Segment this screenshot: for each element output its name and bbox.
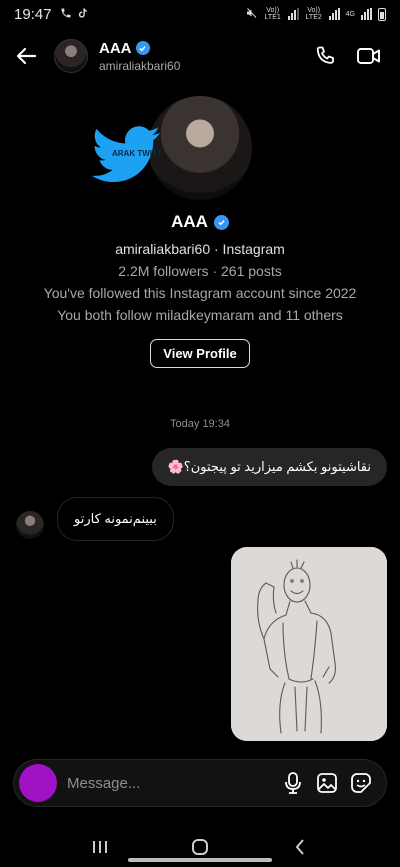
sim2-label: Vo)) LTE2 bbox=[305, 7, 322, 21]
phone-icon bbox=[60, 7, 72, 22]
signal-lte2-icon bbox=[328, 8, 340, 20]
tiktok-icon bbox=[77, 7, 88, 22]
arrow-left-icon bbox=[16, 47, 37, 65]
sketch-drawing bbox=[231, 547, 387, 741]
microphone-button[interactable] bbox=[276, 766, 310, 800]
header-title: AAA bbox=[99, 39, 132, 57]
home-icon bbox=[192, 838, 208, 855]
twitter-watermark: ARAK TWITTER bbox=[91, 126, 162, 182]
recents-icon bbox=[93, 840, 107, 853]
gallery-button[interactable] bbox=[310, 766, 344, 800]
message-timestamp: Today 19:34 bbox=[170, 418, 230, 430]
video-call-button[interactable] bbox=[356, 43, 382, 69]
data-label: 4G bbox=[345, 10, 355, 18]
verified-badge-icon bbox=[135, 41, 150, 55]
sender-avatar[interactable] bbox=[16, 511, 44, 539]
microphone-icon bbox=[285, 772, 301, 794]
chevron-left-icon bbox=[295, 838, 304, 855]
profile-followed-line: You've followed this Instagram account s… bbox=[43, 285, 357, 301]
profile-handle-line: amiraliakbari60 · Instagram bbox=[115, 241, 285, 257]
home-indicator[interactable] bbox=[128, 858, 272, 862]
recent-apps-button[interactable] bbox=[80, 832, 120, 862]
outgoing-message[interactable]: نقاشیتونو بکشم میزارید تو پیجتون؟🌸 bbox=[151, 448, 387, 486]
message-input[interactable] bbox=[67, 774, 276, 792]
message-composer bbox=[13, 759, 387, 807]
audio-call-button[interactable] bbox=[312, 43, 338, 69]
view-profile-button[interactable]: View Profile bbox=[150, 339, 250, 368]
mute-icon bbox=[245, 7, 258, 22]
verified-badge-icon bbox=[213, 214, 229, 230]
profile-avatar[interactable]: ARAK TWITTER bbox=[91, 96, 252, 200]
profile-stats-line: 2.2M followers · 261 posts bbox=[118, 263, 282, 279]
sticker-button[interactable] bbox=[344, 766, 378, 800]
sim1-label: Vo)) LTE1 bbox=[264, 7, 281, 21]
battery-icon bbox=[378, 7, 386, 21]
back-nav-button[interactable] bbox=[280, 832, 320, 862]
profile-name: AAA bbox=[171, 212, 208, 231]
camera-button[interactable] bbox=[19, 764, 57, 802]
header-names[interactable]: AAA amiraliakbari60 bbox=[99, 40, 180, 73]
phone-icon bbox=[316, 46, 334, 64]
incoming-message[interactable]: ببینم‌نمونه کارتو bbox=[57, 497, 174, 541]
back-button[interactable] bbox=[0, 30, 52, 82]
header-username: amiraliakbari60 bbox=[99, 58, 181, 73]
status-bar: 19:47 Vo)) LTE1 Vo)) LTE2 4G bbox=[0, 0, 400, 28]
home-button[interactable] bbox=[180, 832, 220, 862]
sticker-icon bbox=[351, 773, 371, 793]
gallery-icon bbox=[317, 773, 337, 793]
profile-card: ARAK TWITTER AAA amiraliakbari60 · Insta… bbox=[0, 96, 400, 368]
chat-header: AAA amiraliakbari60 bbox=[0, 30, 400, 82]
header-avatar[interactable] bbox=[54, 39, 88, 73]
image-message[interactable] bbox=[231, 547, 387, 741]
status-time: 19:47 bbox=[14, 5, 52, 23]
watermark-text: ARAK TWITTER bbox=[112, 149, 162, 158]
profile-mutual-line: You both follow miladkeymaram and 11 oth… bbox=[57, 307, 343, 323]
wifi-icon bbox=[361, 8, 372, 20]
signal-lte1-icon bbox=[287, 8, 299, 20]
video-icon bbox=[357, 48, 380, 64]
